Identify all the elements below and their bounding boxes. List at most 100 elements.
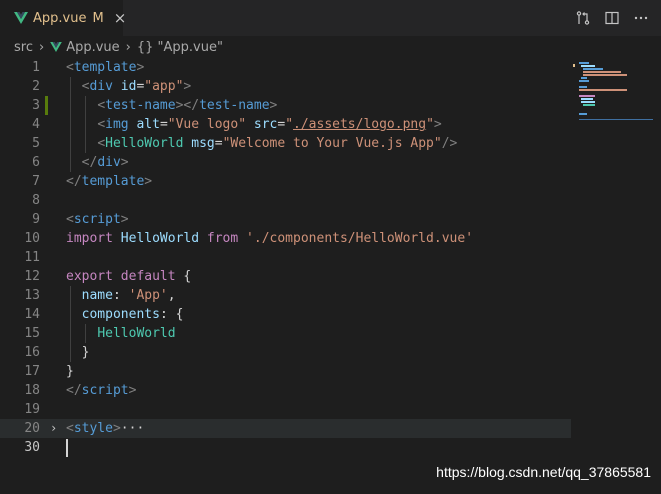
code-token: from [206, 231, 239, 246]
code-line[interactable]: 20 › <style>··· [0, 419, 571, 438]
line-number: 15 [24, 326, 40, 341]
code-token: " [285, 117, 294, 132]
line-number: 19 [24, 402, 40, 417]
code-token: </ [81, 155, 98, 170]
code-line[interactable]: 8 [0, 191, 571, 210]
code-line[interactable]: 2 <div id="app"> [0, 77, 571, 96]
line-number: 12 [24, 269, 40, 284]
code-token: 'App' [128, 288, 168, 303]
code-token: = [159, 117, 168, 132]
code-token: "app" [144, 79, 184, 94]
line-number: 18 [24, 383, 40, 398]
code-line[interactable]: 7 </template> [0, 172, 571, 191]
code-token: components [81, 307, 160, 322]
code-text: name: 'App', [66, 286, 176, 305]
tab-filename: App.vue [33, 10, 87, 26]
code-token: < [97, 98, 106, 113]
code-line[interactable]: 10 import HelloWorld from './components/H… [0, 229, 571, 248]
minimap[interactable] [571, 58, 661, 494]
code-token: ></ [175, 98, 200, 113]
code-text: <HelloWorld msg="Welcome to Your Vue.js … [66, 134, 457, 153]
code-line[interactable]: 17} [0, 362, 571, 381]
code-token: , [167, 288, 176, 303]
code-line[interactable]: 30 [0, 438, 571, 457]
code-line[interactable]: 14 components: { [0, 305, 571, 324]
code-token: > [144, 174, 153, 189]
chevron-right-icon: › [38, 39, 45, 55]
code-text: export default { [66, 267, 191, 286]
code-token: : [112, 288, 129, 303]
open-changes-icon[interactable] [575, 10, 591, 26]
code-line[interactable]: 13 name: 'App', [0, 286, 571, 305]
code-line[interactable]: 19 [0, 400, 571, 419]
line-number: 6 [32, 155, 40, 170]
code-token: </ [66, 383, 82, 398]
code-text: <style>··· [66, 419, 144, 438]
minimap-line [579, 89, 627, 91]
code-token: name [81, 288, 113, 303]
minimap-line [583, 104, 595, 106]
git-modified-marker[interactable] [45, 96, 48, 115]
code-token: > [433, 117, 442, 132]
indent-guide [85, 324, 86, 343]
code-token: = [277, 117, 286, 132]
code-token: > [136, 60, 145, 75]
code-token: import [66, 231, 113, 246]
code-line[interactable]: 16 } [0, 343, 571, 362]
code-token: ./assets/logo.png [293, 117, 427, 132]
line-number: 14 [24, 307, 40, 322]
indent-guide [85, 96, 86, 153]
line-number: 1 [32, 60, 40, 75]
code-token: < [66, 421, 74, 436]
code-text: import HelloWorld from './components/Hel… [66, 229, 473, 248]
code-token: </ [66, 174, 82, 189]
code-token: : { [159, 307, 184, 322]
code-editor[interactable]: 1 <template> 2 <div id="app"> 3 <test-name>… [0, 58, 571, 494]
modified-badge: M [92, 10, 104, 26]
code-token: export [66, 269, 113, 284]
code-token: " [426, 117, 434, 132]
code-token: /> [441, 136, 458, 151]
code-line[interactable]: 11 [0, 248, 571, 267]
minimap-line [579, 86, 587, 88]
code-token: test-name [199, 98, 270, 113]
code-line[interactable]: 1 <template> [0, 58, 571, 77]
code-token: > [269, 98, 278, 113]
code-token: > [112, 421, 121, 436]
vue-file-icon [50, 42, 63, 52]
close-icon[interactable]: × [114, 9, 127, 27]
code-line[interactable]: 18 </script> [0, 381, 571, 400]
code-token: "Welcome to Your Vue.js App" [222, 136, 442, 151]
code-token: { [175, 269, 192, 284]
minimap-line [583, 71, 621, 73]
code-line[interactable]: 9 <script> [0, 210, 571, 229]
split-editor-icon[interactable] [604, 10, 620, 26]
code-line[interactable]: 12 export default { [0, 267, 571, 286]
line-number: 4 [32, 117, 40, 132]
code-line[interactable]: 6 </div> [0, 153, 571, 172]
breadcrumb-file[interactable]: App.vue [66, 40, 119, 55]
more-actions-icon[interactable] [633, 10, 649, 26]
breadcrumb: src › App.vue › {} "App.vue" [0, 36, 661, 58]
code-text: </template> [66, 172, 152, 191]
line-number: 9 [32, 212, 40, 227]
breadcrumb-folder[interactable]: src [14, 40, 33, 55]
tab-app-vue[interactable]: App.vue M × [0, 0, 126, 36]
minimap-line [581, 77, 587, 79]
chevron-right-icon: › [125, 39, 131, 55]
breadcrumb-symbol[interactable]: {} "App.vue" [137, 40, 223, 55]
line-number: 8 [32, 193, 40, 208]
code-token: < [97, 136, 106, 151]
code-text: <img alt="Vue logo" src="./assets/logo.p… [66, 115, 442, 134]
code-text: } [66, 362, 74, 381]
indent-guide [70, 77, 71, 172]
fold-chevron-icon[interactable]: › [50, 419, 57, 438]
